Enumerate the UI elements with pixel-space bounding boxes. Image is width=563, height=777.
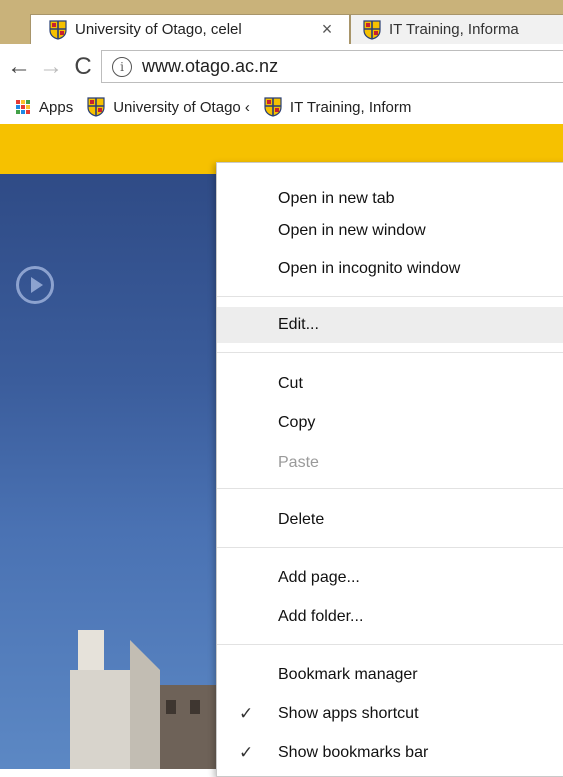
otago-shield-icon [87,97,105,117]
tab-close-icon[interactable]: × [315,19,339,40]
otago-shield-icon [363,19,381,40]
url-text[interactable]: www.otago.ac.nz [142,56,278,77]
reload-icon[interactable]: C [70,54,96,80]
menu-item-show-bookmarks-bar[interactable]: ✓ Show bookmarks bar [217,735,563,771]
tab-strip: University of Otago, celel × IT Training… [0,0,563,44]
menu-separator [217,644,563,645]
menu-item-delete[interactable]: Delete [217,502,563,538]
checkmark-icon: ✓ [239,704,254,723]
tab-title: University of Otago, celel [75,21,242,38]
bookmark-label: IT Training, Inform [289,98,412,116]
bookmarks-bar: Apps University of Otago ‹ IT Training, … [0,90,563,124]
menu-item-show-apps-shortcut[interactable]: ✓ Show apps shortcut [217,696,563,732]
menu-item-open-new-window[interactable]: Open in new window [217,213,563,249]
info-icon[interactable]: i [112,56,132,77]
menu-separator [217,488,563,489]
bookmark-label: Apps [39,98,74,116]
menu-item-cut[interactable]: Cut [217,366,563,402]
menu-item-open-new-tab[interactable]: Open in new tab [217,181,563,217]
menu-item-label: Show bookmarks bar [278,744,429,761]
address-bar[interactable]: i www.otago.ac.nz [101,50,563,83]
menu-item-paste[interactable]: Paste [217,445,563,481]
forward-arrow-icon[interactable]: → [38,54,64,80]
bookmark-apps[interactable]: Apps [0,99,73,116]
otago-shield-icon [49,19,67,40]
building-image [70,630,230,769]
browser-toolbar: ← → C i www.otago.ac.nz [0,44,563,91]
otago-shield-icon [264,97,282,117]
back-arrow-icon[interactable]: ← [6,54,32,80]
play-icon[interactable] [16,266,54,304]
menu-item-copy[interactable]: Copy [217,405,563,441]
tab-title: IT Training, Informa [389,21,519,38]
tab-it-training[interactable]: IT Training, Informa [350,14,563,44]
menu-item-edit[interactable]: Edit... [217,307,563,343]
menu-item-label: Show apps shortcut [278,705,419,722]
bookmark-it-training[interactable]: IT Training, Inform [264,97,411,117]
menu-separator [217,296,563,297]
menu-item-open-incognito[interactable]: Open in incognito window [217,251,563,287]
menu-separator [217,352,563,353]
apps-grid-icon [16,99,31,115]
menu-separator [217,547,563,548]
tab-university-of-otago[interactable]: University of Otago, celel × [30,14,350,44]
bookmark-label: University of Otago ‹ [113,98,250,116]
menu-item-add-page[interactable]: Add page... [217,560,563,596]
menu-item-add-folder[interactable]: Add folder... [217,599,563,635]
bookmark-university-of-otago[interactable]: University of Otago ‹ [87,97,250,117]
checkmark-icon: ✓ [239,743,254,762]
menu-item-bookmark-manager[interactable]: Bookmark manager [217,657,563,693]
bookmark-context-menu: Open in new tab Open in new window Open … [216,162,563,777]
